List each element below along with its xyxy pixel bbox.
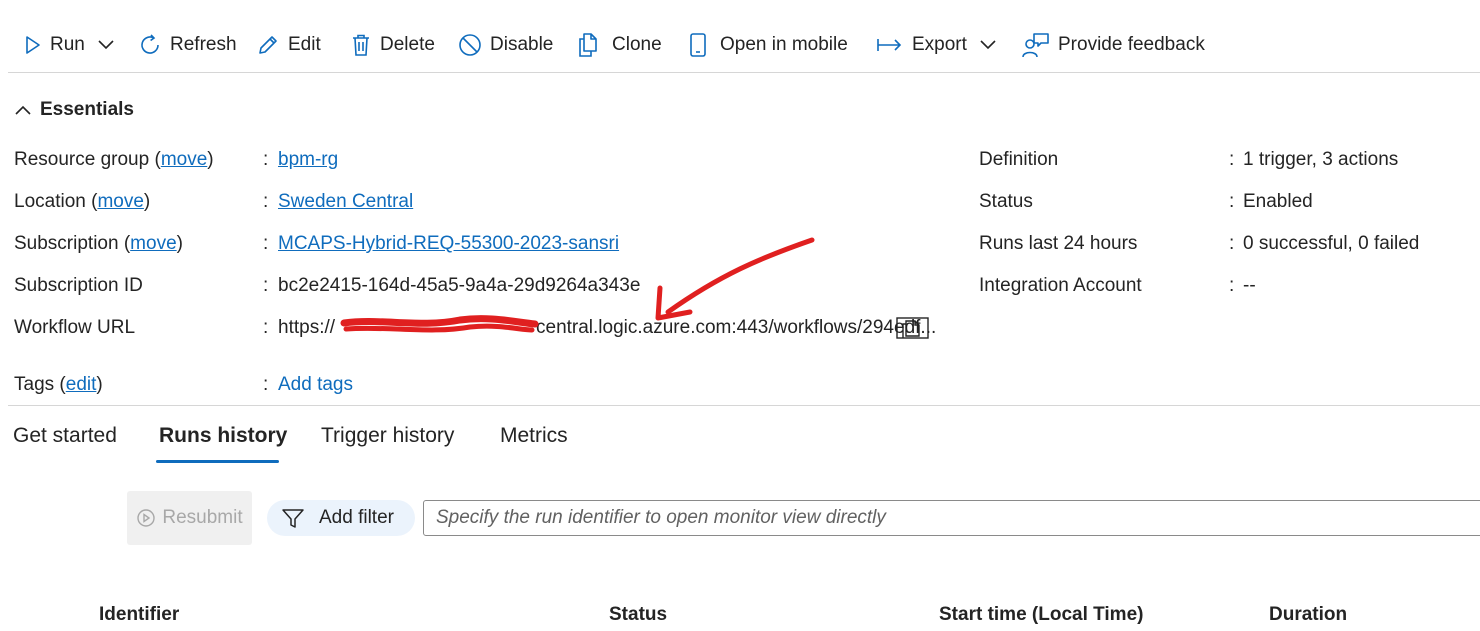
annotation-arrow-head [655, 285, 693, 321]
move-location-link[interactable]: move [97, 191, 143, 212]
workflow-url-suffix: central.logic.azure.com:443/workflows/29… [536, 317, 937, 338]
move-subscription-link[interactable]: move [130, 233, 176, 254]
refresh-icon [138, 33, 162, 57]
subscription-link[interactable]: MCAPS-Hybrid-REQ-55300-2023-sansri [278, 233, 619, 255]
runs-last-24-label: Runs last 24 hours [979, 233, 1138, 254]
status-value: Enabled [1243, 191, 1313, 212]
subscription-id-label: Subscription ID [14, 275, 143, 296]
filter-icon [281, 507, 305, 529]
column-header-status[interactable]: Status [609, 604, 667, 626]
column-header-start-time[interactable]: Start time (Local Time) [939, 604, 1143, 626]
chevron-up-icon [14, 104, 32, 116]
toolbar-divider [8, 72, 1480, 73]
definition-value: 1 trigger, 3 actions [1243, 149, 1399, 170]
workflow-url-prefix: https:// [278, 317, 336, 338]
trash-icon [350, 33, 372, 57]
move-resource-group-link[interactable]: move [161, 149, 207, 170]
resubmit-icon [136, 508, 156, 528]
copy-icon[interactable] [896, 315, 930, 341]
add-filter-button[interactable]: Add filter [267, 500, 415, 536]
tab-get-started[interactable]: Get started [13, 424, 117, 448]
chevron-down-icon[interactable] [979, 39, 997, 51]
edit-button[interactable]: Edit [256, 28, 321, 62]
open-in-mobile-button[interactable]: Open in mobile [688, 28, 848, 62]
resubmit-button[interactable]: Resubmit [127, 491, 252, 545]
essentials-divider [8, 405, 1480, 406]
command-bar: Run Refresh Edit Delete Disable Clone Op… [0, 0, 1480, 72]
status-label: Status [979, 191, 1033, 212]
definition-label: Definition [979, 149, 1059, 170]
essentials-title: Essentials [40, 99, 134, 120]
location-label: Location (move) [14, 191, 151, 212]
workflow-url-label: Workflow URL [14, 317, 136, 338]
tags-label: Tags (edit) [14, 374, 103, 395]
disable-icon [458, 33, 482, 57]
export-button[interactable]: Export [876, 28, 997, 62]
active-tab-indicator [156, 460, 279, 463]
integration-account-value: -- [1243, 275, 1256, 296]
play-icon [24, 35, 42, 55]
integration-account-label: Integration Account [979, 275, 1142, 296]
pencil-icon [256, 33, 280, 57]
edit-tags-link[interactable]: edit [66, 374, 97, 395]
clone-icon [576, 32, 600, 58]
resource-group-label: Resource group (move) [14, 149, 214, 170]
disable-button[interactable]: Disable [458, 28, 553, 62]
add-tags-link[interactable]: Add tags [278, 374, 353, 396]
runs-last-24-value: 0 successful, 0 failed [1243, 233, 1420, 254]
delete-button[interactable]: Delete [350, 28, 435, 62]
run-button[interactable]: Run [24, 28, 115, 62]
mobile-phone-icon [688, 32, 708, 58]
export-arrow-icon [876, 35, 904, 55]
provide-feedback-button[interactable]: Provide feedback [1022, 28, 1205, 62]
subscription-label: Subscription (move) [14, 233, 183, 254]
column-header-identifier[interactable]: Identifier [99, 604, 179, 626]
column-header-duration[interactable]: Duration [1269, 604, 1347, 626]
clone-button[interactable]: Clone [576, 28, 662, 62]
essentials-toggle[interactable]: Essentials [14, 99, 134, 121]
location-link[interactable]: Sweden Central [278, 191, 413, 213]
subscription-id-value: bc2e2415-164d-45a5-9a4a-29d9264a343e [278, 275, 641, 296]
annotation-arrow-shaft [665, 237, 815, 315]
resource-group-link[interactable]: bpm-rg [278, 149, 338, 171]
tab-trigger-history[interactable]: Trigger history [321, 424, 454, 448]
run-identifier-search-input[interactable] [423, 500, 1480, 536]
feedback-icon [1022, 32, 1050, 58]
refresh-button[interactable]: Refresh [138, 28, 237, 62]
tab-metrics[interactable]: Metrics [500, 424, 568, 448]
chevron-down-icon[interactable] [97, 39, 115, 51]
tab-runs-history[interactable]: Runs history [159, 424, 287, 448]
